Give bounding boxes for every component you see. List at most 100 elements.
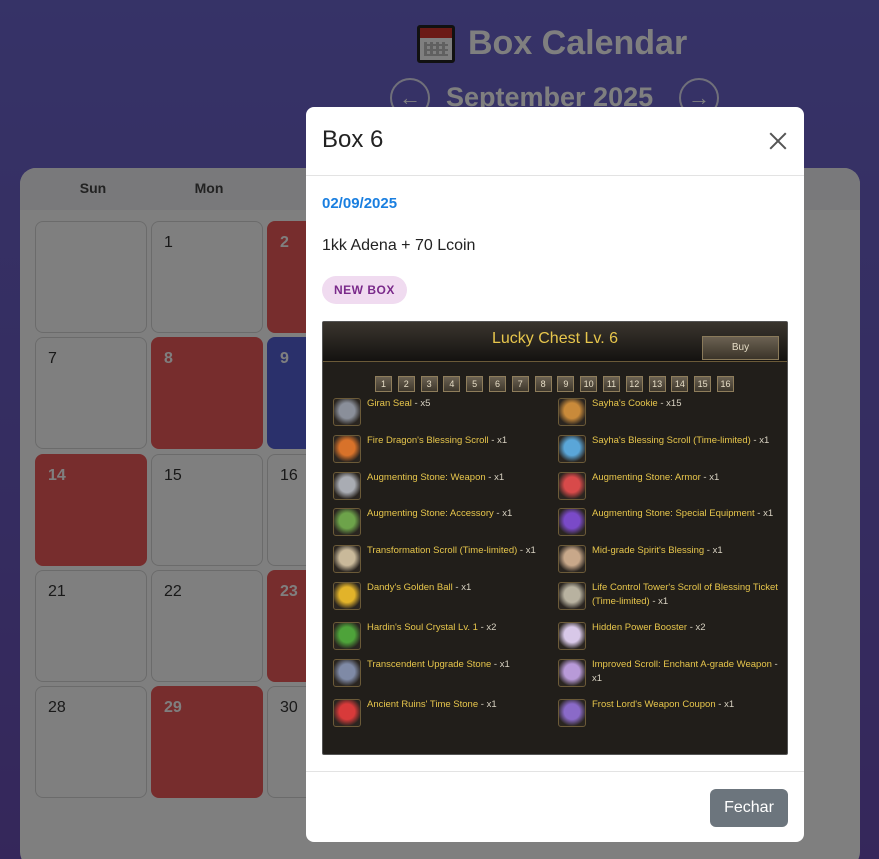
item-quantity: - x1	[517, 545, 536, 556]
item-name: Augmenting Stone: Armor - x1	[592, 471, 782, 485]
modal-title: Box 6	[322, 126, 384, 153]
chest-item: Transformation Scroll (Time-limited) - x…	[333, 545, 553, 577]
item-quantity: - x1	[452, 582, 472, 593]
chest-item: Life Control Tower's Scroll of Blessing …	[558, 582, 778, 614]
item-name: Hardin's Soul Crystal Lv. 1 - x2	[367, 621, 557, 635]
chest-page-button: 6	[489, 376, 506, 392]
item-name: Transcendent Upgrade Stone - x1	[367, 658, 557, 672]
item-label: Transformation Scroll (Time-limited)	[367, 545, 518, 556]
item-label: Fire Dragon's Blessing Scroll	[367, 435, 489, 446]
item-name: Dandy's Golden Ball - x1	[367, 581, 557, 595]
item-name: Augmenting Stone: Special Equipment - x1	[592, 507, 782, 521]
item-icon	[333, 545, 361, 573]
item-icon	[558, 699, 586, 727]
item-quantity: - x15	[657, 398, 682, 409]
item-label: Transcendent Upgrade Stone	[367, 659, 492, 670]
chest-item: Augmenting Stone: Special Equipment - x1	[558, 508, 778, 540]
chest-page-button: 8	[534, 376, 552, 392]
chest-item: Frost Lord's Weapon Coupon - x1	[558, 699, 778, 731]
box-description: 1kk Adena + 70 Lcoin	[322, 237, 476, 254]
item-icon	[333, 659, 361, 687]
reward-preview-image: Lucky Chest Lv. 6 Buy 1 2 3 4 5 6 7 8 9 10 11 12 13 1…	[322, 321, 788, 755]
chest-item: Improved Scroll: Enchant A-grade Weapon …	[558, 659, 778, 691]
modal-footer: Fechar	[306, 771, 804, 842]
chest-page-button: 7	[511, 376, 529, 392]
item-label: Augmenting Stone: Special Equipment	[592, 508, 755, 519]
item-label: Augmenting Stone: Accessory	[367, 508, 494, 519]
item-name: Mid-grade Spirit's Blessing - x1	[592, 544, 782, 558]
item-name: Giran Seal - x5	[367, 397, 557, 411]
chest-page-button: 9	[557, 376, 575, 392]
item-quantity: - x2	[477, 622, 497, 633]
item-icon	[558, 508, 586, 536]
item-label: Sayha's Cookie	[592, 398, 658, 409]
chest-item: Mid-grade Spirit's Blessing - x1	[558, 545, 778, 577]
item-icon	[333, 582, 361, 610]
status-badge: NEW BOX	[322, 276, 407, 304]
item-icon	[333, 472, 361, 500]
item-quantity: - x1	[478, 699, 497, 710]
chest-item: Giran Seal - x5	[333, 398, 553, 430]
item-name: Frost Lord's Weapon Coupon - x1	[592, 698, 782, 712]
item-quantity: - x1	[704, 545, 723, 556]
chest-page-button: 16	[717, 376, 734, 392]
item-quantity: - x1	[750, 435, 770, 446]
chest-item: Fire Dragon's Blessing Scroll - x1	[333, 435, 553, 467]
box-date: 02/09/2025	[322, 195, 398, 212]
item-icon	[558, 435, 586, 463]
item-icon	[333, 398, 361, 426]
item-name: Sayha's Blessing Scroll (Time-limited) -…	[592, 434, 782, 448]
item-label: Hidden Power Booster	[592, 622, 688, 633]
chest-page-button: 4	[443, 376, 461, 392]
chest-page-button: 1	[375, 376, 392, 392]
item-icon	[558, 472, 586, 500]
chest-page-button: 2	[397, 376, 415, 392]
close-button[interactable]: Fechar	[710, 789, 788, 827]
item-quantity: - x1	[493, 508, 513, 519]
item-label: Dandy's Golden Ball	[367, 582, 453, 593]
chest-page-button: 12	[625, 376, 643, 392]
item-label: Augmenting Stone: Weapon	[367, 472, 486, 483]
item-name: Life Control Tower's Scroll of Blessing …	[592, 581, 782, 609]
item-label: Giran Seal	[367, 398, 412, 409]
item-quantity: - x1	[491, 659, 510, 670]
item-icon	[333, 622, 361, 650]
box-modal: Box 6 02/09/2025 1kk Adena + 70 Lcoin NE…	[306, 107, 804, 842]
item-name: Improved Scroll: Enchant A-grade Weapon …	[592, 658, 782, 686]
item-icon	[558, 398, 586, 426]
item-quantity: - x2	[687, 622, 706, 633]
item-icon	[333, 508, 361, 536]
chest-item: Augmenting Stone: Accessory - x1	[333, 508, 553, 540]
chest-page-button: 5	[466, 376, 484, 392]
chest-page-button: 14	[671, 376, 689, 392]
item-icon	[558, 545, 586, 573]
item-name: Augmenting Stone: Accessory - x1	[367, 507, 557, 521]
item-quantity: - x5	[411, 398, 431, 409]
chest-page-button: 13	[648, 376, 666, 392]
chest-page-button: 15	[694, 376, 712, 392]
chest-item: Hidden Power Booster - x2	[558, 622, 778, 654]
chest-item: Dandy's Golden Ball - x1	[333, 582, 553, 614]
item-quantity: - x1	[754, 508, 774, 519]
item-name: Transformation Scroll (Time-limited) - x…	[367, 544, 557, 558]
item-quantity: - x1	[700, 472, 720, 483]
item-icon	[558, 622, 586, 650]
item-label: Hardin's Soul Crystal Lv. 1	[367, 622, 478, 633]
item-label: Improved Scroll: Enchant A-grade Weapon	[592, 659, 772, 670]
chest-item: Augmenting Stone: Weapon - x1	[333, 472, 553, 504]
item-name: Sayha's Cookie - x15	[592, 397, 782, 411]
item-icon	[558, 582, 586, 610]
item-quantity: - x1	[488, 435, 508, 446]
chest-header: Lucky Chest Lv. 6 Buy	[323, 322, 787, 362]
item-icon	[333, 435, 361, 463]
buy-button: Buy	[702, 336, 779, 360]
item-quantity: - x1	[485, 472, 505, 483]
item-quantity: - x1	[649, 596, 669, 607]
close-icon[interactable]	[766, 129, 790, 153]
chest-item: Hardin's Soul Crystal Lv. 1 - x2	[333, 622, 553, 654]
modal-header: Box 6	[306, 107, 804, 176]
item-label: Frost Lord's Weapon Coupon	[592, 699, 716, 710]
chest-item: Transcendent Upgrade Stone - x1	[333, 659, 553, 691]
item-label: Mid-grade Spirit's Blessing	[592, 545, 705, 556]
item-name: Ancient Ruins' Time Stone - x1	[367, 698, 557, 712]
